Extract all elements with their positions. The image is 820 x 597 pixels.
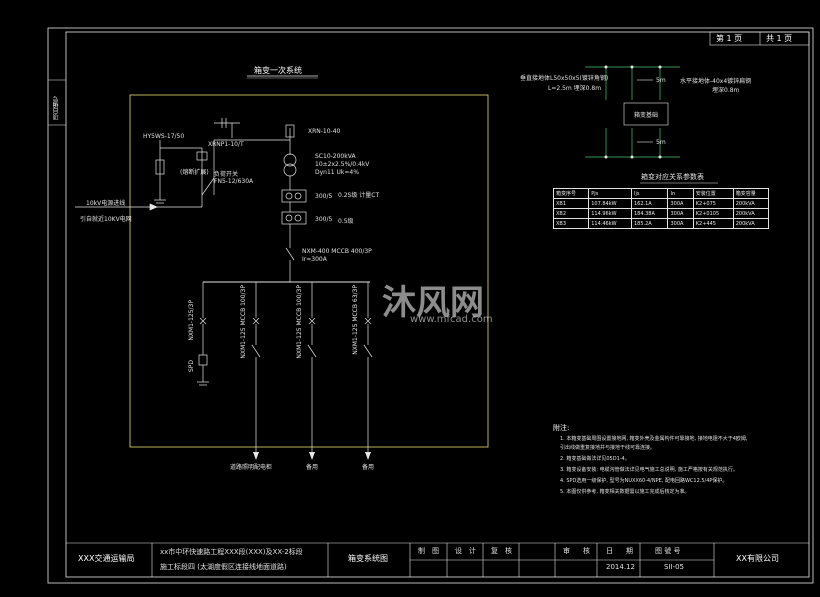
tb-role: 图 [432,547,439,555]
output-spare-2: 备用 [362,464,375,471]
drawing-title: 箱变系统图 [348,554,388,563]
note-line: 1. 本箱变基础周围设置接地网, 箱变外壳及金属构件可靠接地, 接地电阻不大于4… [560,436,748,442]
drawing-sheet: 项目编号 第 1 页 共 1 页 箱变一次系统 HY5WS-17/50 XRNP… [0,0,820,597]
project-line1: xx市中环快速路工程XXX段(XXX)及XX-2标段 [160,548,303,556]
tb-role: 核 [583,547,590,555]
table-header-cell: Ijs [630,188,669,199]
table-row: XB2 114.96kW 184.38A 300A K2+0105 200kVA [552,208,770,219]
table-cell: 107.84kW [588,198,632,209]
org-name: XXX交通运输局 [78,554,135,563]
table-header-cell: In [667,188,694,199]
table-cell: 114.96kW [588,208,632,219]
feeder1-label: NXM1-125/3P [188,300,195,341]
main-breaker-label: NXM-400 MCCB 400/3P [302,248,372,255]
transformer-ratio: 10±2x2.5%/0.4kV [315,161,370,168]
param-table-title: 箱变对应关系参数表 [641,173,704,181]
table-cell: K2+075 [692,198,734,209]
date-label-2: 期 [626,547,633,555]
tb-role: 复 [491,547,498,555]
vertical-electrode-label: 垂直接地体L50x50x5(镀锌角钢) [520,75,609,82]
feeder-lines [197,282,373,455]
table-cell: 300A [667,208,694,219]
drawing-no-label: 图 號 号 [655,547,681,555]
foundation-label: 箱变基础 [634,112,659,119]
table-cell: 185.2A [630,218,669,229]
tb-role: 计 [469,547,476,555]
feeder3-label: NXM1-125 MCCB 100/3P [296,285,303,359]
arrester-label: HY5WS-17/50 [143,133,185,140]
page-total: 共 1 页 [766,34,793,43]
param-table-header: 箱变序号 Pjs Ijs In 安装位置 箱变容量 [552,188,770,199]
incoming-label: 10kV电源进线 [86,200,126,207]
tb-role: 制 [418,547,425,555]
tb-role: 设 [455,547,462,555]
page-number: 第 1 页 [716,34,743,43]
table-cell: 114.46kW [588,218,632,229]
fuse-label: XRNP1-10/T [208,141,244,148]
ct2-ratio: 300/5 [315,216,333,223]
ct1-label: 0.2S级 计量CT [338,192,380,199]
note-line: 3. 箱变设备安装: 电缆沟管做法详见电气施工总说明, 施工严格按有关规范执行。 [560,467,738,473]
notes-heading: 附注: [553,424,570,432]
horizontal-electrode-label: 水平接地体-40x4镀锌扁钢 [680,78,752,85]
dim-bottom: 5m [656,139,666,146]
table-cell: 300A [667,198,694,209]
table-cell: 184.38A [630,208,669,219]
dim-top: 5m [656,77,666,84]
table-header-cell: 箱变容量 [732,188,770,199]
note-line: 4. SPD选用一级保护, 型号为NUXX60-4/NPE, 配电回路WC12.… [560,478,728,484]
vertical-electrode-sub: L=2.5m 埋深0.8m [548,85,602,92]
note-line: 引出线做重复接地并与接地干线可靠连接。 [560,445,656,451]
table-cell: 200kVA [732,218,770,229]
load-switch-label: 负荷开关 [214,171,239,178]
transformer-vector: Dyn11 Uk=4% [315,169,359,176]
output-lighting: 道路照明配电柜 [230,464,273,471]
note-line: 2. 箱变基础做法详见05D1-4。 [560,456,630,462]
tb-role: 审 [563,547,570,555]
ct1-ratio: 300/5 [315,193,333,200]
table-row: XB1 107.84kW 162.1A 300A K2+075 200kVA [552,198,770,209]
table-cell: XB2 [552,208,590,219]
note-line: 5. 本图仅供参考, 箱变相关数据需以施工完成后核定为准。 [560,489,690,495]
feeder1-spd: SPD [188,360,195,373]
tb-role: 核 [505,547,512,555]
feeder2-label: NXM1-125 MCCB 100/3P [240,285,247,359]
hv-fuse-label: XRN-10-40 [308,128,341,135]
output-spare-1: 备用 [306,464,319,471]
ct2-label: 0.5级 [338,218,354,225]
watermark-url: www.mfcad.com [410,314,493,325]
table-cell: XB3 [552,218,590,229]
feeder4-label: NXM1-125 MCCB 63/3P [352,285,359,355]
table-cell: K2+0105 [692,208,734,219]
table-cell: 162.1A [630,198,669,209]
table-cell: XB1 [552,198,590,209]
date-label: 日 [606,547,613,555]
table-header-cell: Pjs [588,188,632,199]
table-header-cell: 安装位置 [692,188,734,199]
fuse-status-label: (熔断扩展) [180,169,209,176]
load-switch-model: FN5-12/630A [214,178,254,185]
table-row: XB3 114.46kW 185.2A 300A K2+445 200kVA [552,218,770,229]
main-breaker-ir: Ir=300A [302,256,327,263]
param-table: 箱变序号 Pjs Ijs In 安装位置 箱变容量 XB1 107.84kW 1… [552,188,770,229]
primary-system-title: 箱变一次系统 [254,66,302,75]
table-cell: 300A [667,218,694,229]
horizontal-electrode-sub: 埋深0.8m [712,87,740,94]
transformer-label: SC10-200kVA [315,153,356,160]
table-cell: 200kVA [732,198,770,209]
side-tab: 项目编号 [53,96,60,120]
date-value: 2014.12 [606,563,635,571]
table-cell: 200kVA [732,208,770,219]
company-name: XX有限公司 [736,554,779,563]
table-header-cell: 箱变序号 [552,188,590,199]
drawing-no: SII-05 [664,563,685,571]
project-line2: 施工标段四 (太湖度假区连接线地面道路) [160,563,287,571]
table-cell: K2+445 [692,218,734,229]
incoming-from: 引自就近10KV电网 [80,216,132,223]
